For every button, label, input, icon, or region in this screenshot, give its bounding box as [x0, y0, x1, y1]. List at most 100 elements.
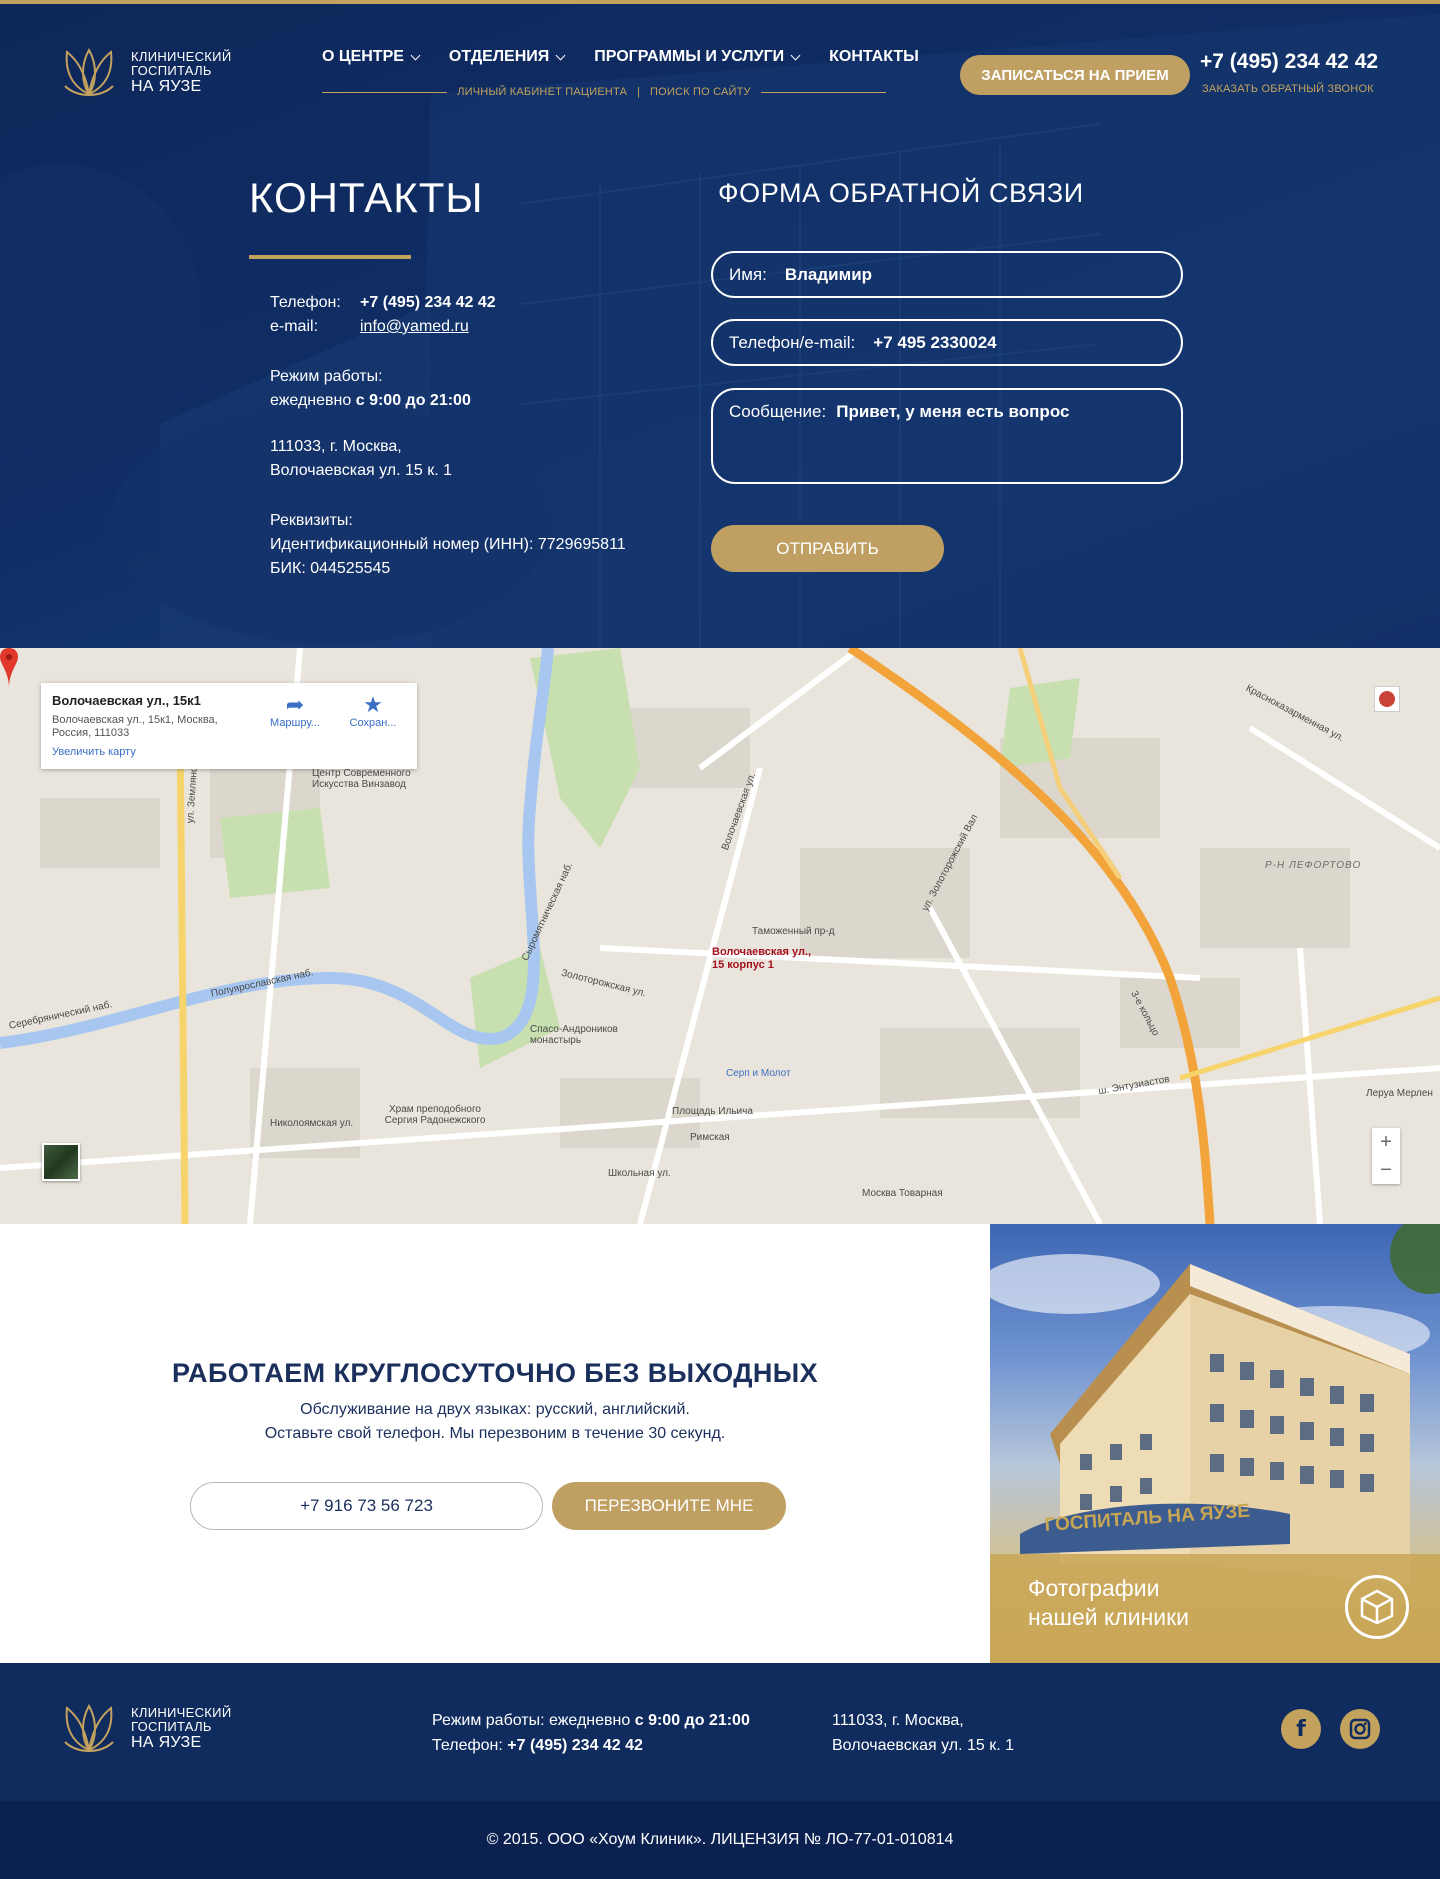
map-enlarge-link[interactable]: Увеличить карту	[52, 746, 136, 758]
map-label-rimskaya: Римская	[690, 1132, 730, 1143]
route-icon: ➦	[285, 692, 305, 717]
footer-hours-phone: Режим работы: ежедневно с 9:00 до 21:00 …	[432, 1708, 750, 1758]
map-label-tamozhenny: Таможенный пр-д	[752, 926, 835, 937]
logo-line2: ГОСПИТАЛЬ	[131, 62, 212, 78]
contact-field-value: +7 495 2330024	[873, 332, 997, 352]
chevron-down-icon	[410, 50, 421, 60]
logo-line3: НА ЯУЗЕ	[131, 77, 202, 95]
contact-field-label: Телефон/e-mail:	[729, 332, 856, 352]
callback-line1: Обслуживание на двух языках: русский, ан…	[300, 1401, 690, 1418]
phone-value[interactable]: +7 (495) 234 42 42	[360, 294, 496, 311]
logo-line1: КЛИНИЧЕСКИЙ	[131, 48, 232, 64]
facebook-icon[interactable]: f	[1281, 1709, 1321, 1749]
logo-line3: НА ЯУЗЕ	[131, 1733, 202, 1751]
logo-lotus-icon	[64, 1703, 114, 1752]
nav-item-label: О ЦЕНТРЕ	[322, 48, 404, 65]
callback-section: РАБОТАЕМ КРУГЛОСУТОЧНО БЕЗ ВЫХОДНЫХ Обсл…	[0, 1224, 990, 1663]
header-phone[interactable]: +7 (495) 234 42 42	[1200, 50, 1378, 74]
chevron-down-icon	[790, 50, 801, 60]
hero-section: КЛИНИЧЕСКИЙ ГОСПИТАЛЬ НА ЯУЗЕ О ЦЕНТРЕ О…	[0, 0, 1440, 648]
address-line2: Волочаевская ул. 15 к. 1	[270, 462, 452, 479]
hours-value: с 9:00 до 21:00	[355, 392, 471, 409]
callback-phone-input[interactable]: +7 916 73 56 723	[190, 1482, 543, 1530]
submit-button[interactable]: ОТПРАВИТЬ	[711, 525, 944, 572]
satellite-toggle[interactable]	[42, 1143, 80, 1181]
map-card-address: Волочаевская ул., 15к1, Москва, Россия, …	[52, 714, 218, 739]
footer-phone-value[interactable]: +7 (495) 234 42 42	[507, 1737, 643, 1754]
contact-hours: Режим работы: ежедневно с 9:00 до 21:00	[270, 365, 471, 413]
map-pin-icon[interactable]	[0, 648, 18, 688]
logo-text: КЛИНИЧЕСКИЙ ГОСПИТАЛЬ НА ЯУЗЕ	[131, 1704, 232, 1751]
save-place-button[interactable]: ★ Сохран...	[341, 692, 405, 730]
zoom-in-button[interactable]: +	[1372, 1128, 1400, 1156]
nav-item-programs[interactable]: ПРОГРАММЫ И УСЛУГИ	[594, 48, 801, 66]
zoom-out-button[interactable]: −	[1372, 1156, 1400, 1184]
cube-icon[interactable]	[1345, 1575, 1409, 1639]
logo-lotus-icon	[64, 47, 114, 96]
logo-line2: ГОСПИТАЛЬ	[131, 1718, 212, 1734]
header-logo[interactable]: КЛИНИЧЕСКИЙ ГОСПИТАЛЬ НА ЯУЗЕ	[59, 42, 231, 102]
callback-title: РАБОТАЕМ КРУГЛОСУТОЧНО БЕЗ ВЫХОДНЫХ	[172, 1358, 818, 1388]
call-me-button[interactable]: ПЕРЕЗВОНИТЕ МНЕ	[552, 1482, 786, 1530]
street-view-pegman-icon[interactable]	[1374, 686, 1400, 712]
appointment-button[interactable]: ЗАПИСАТЬСЯ НА ПРИЕМ	[960, 55, 1190, 95]
footer-address-line1: 111033, г. Москва,	[832, 1712, 964, 1729]
logo-text: КЛИНИЧЕСКИЙ ГОСПИТАЛЬ НА ЯУЗЕ	[131, 48, 232, 95]
requisites-label: Реквизиты:	[270, 512, 353, 529]
nav-item-label: КОНТАКТЫ	[829, 48, 919, 65]
footer-hours-value: с 9:00 до 21:00	[634, 1712, 750, 1729]
location-map[interactable]: ул. Земляной Вал Полуярославская наб. Ни…	[0, 648, 1440, 1224]
phone-label: Телефон:	[270, 294, 341, 311]
map-label-sergiy-temple: Храм преподобного Сергия Радонежского	[384, 1104, 486, 1126]
feedback-form-title: ФОРМА ОБРАТНОЙ СВЯЗИ	[718, 178, 1084, 208]
hours-prefix: ежедневно	[270, 392, 352, 409]
map-label-moskva-tovarnaya: Москва Товарная	[862, 1188, 943, 1199]
copyright: © 2015. ООО «Хоум Клиник». ЛИЦЕНЗИЯ № ЛО…	[0, 1801, 1440, 1879]
map-label-lefortovo: Р-Н ЛЕФОРТОВО	[1265, 860, 1362, 871]
map-label-andronikov: Спасо-Андроников монастырь	[530, 1024, 618, 1046]
map-pin-label: Волочаевская ул., 15 корпус 1	[712, 946, 812, 971]
callback-line2: Оставьте свой телефон. Мы перезвоним в т…	[264, 1425, 726, 1442]
nav-item-departments[interactable]: ОТДЕЛЕНИЯ	[449, 48, 566, 66]
address-line1: 111033, г. Москва,	[270, 438, 402, 455]
footer-phone-prefix: Телефон:	[432, 1737, 503, 1754]
name-field-label: Имя:	[729, 264, 767, 284]
map-label-serp-i-molot: Серп и Молот	[726, 1068, 791, 1079]
message-field-value: Привет, у меня есть вопрос	[836, 402, 1070, 421]
save-label: Сохран...	[349, 717, 397, 729]
contact-field[interactable]: Телефон/e-mail: +7 495 2330024	[711, 319, 1183, 366]
map-label-leroy-merlin: Леруа Мерлен	[1366, 1088, 1433, 1099]
name-field[interactable]: Имя: Владимир	[711, 251, 1183, 298]
title-underline	[249, 255, 411, 259]
contact-requisites: Реквизиты: Идентификационный номер (ИНН)…	[270, 509, 626, 581]
star-icon: ★	[363, 692, 383, 717]
order-callback-link[interactable]: ЗАКАЗАТЬ ОБРАТНЫЙ ЗВОНОК	[1202, 83, 1374, 95]
logo-line1: КЛИНИЧЕСКИЙ	[131, 1704, 232, 1720]
map-label-ploshchad-ilicha: Площадь Ильича	[672, 1106, 753, 1117]
email-link[interactable]: info@yamed.ru	[360, 318, 469, 335]
sub-nav-separator: |	[637, 86, 640, 98]
clinic-photos-tile[interactable]: ГОСПИТАЛЬ НА ЯУЗЕ Фотографии нашей клини…	[990, 1224, 1440, 1663]
site-search-link[interactable]: Поиск по сайту	[650, 86, 751, 98]
route-label: Маршру...	[270, 717, 320, 729]
hours-label: Режим работы:	[270, 368, 383, 385]
footer: КЛИНИЧЕСКИЙ ГОСПИТАЛЬ НА ЯУЗЕ Режим рабо…	[0, 1663, 1440, 1801]
map-label-shkolnaya: Школьная ул.	[608, 1168, 671, 1179]
nav-item-about[interactable]: О ЦЕНТРЕ	[322, 48, 421, 66]
patient-cabinet-link[interactable]: Личный кабинет пациента	[457, 86, 627, 98]
nav-item-label: ПРОГРАММЫ И УСЛУГИ	[594, 48, 785, 65]
main-nav: О ЦЕНТРЕ ОТДЕЛЕНИЯ ПРОГРАММЫ И УСЛУГИ КО…	[322, 48, 919, 66]
sub-nav-divider	[760, 91, 886, 93]
footer-logo[interactable]: КЛИНИЧЕСКИЙ ГОСПИТАЛЬ НА ЯУЗЕ	[59, 1698, 231, 1758]
photos-caption-line1: Фотографии	[1028, 1575, 1160, 1601]
requisites-inn: Идентификационный номер (ИНН): 772969581…	[270, 536, 626, 553]
instagram-icon[interactable]	[1340, 1709, 1380, 1749]
sub-nav: Личный кабинет пациента | Поиск по сайту	[322, 86, 886, 98]
message-field[interactable]: Сообщение: Привет, у меня есть вопрос	[711, 388, 1183, 484]
route-button[interactable]: ➦ Маршру...	[263, 692, 327, 730]
contact-address: 111033, г. Москва, Волочаевская ул. 15 к…	[270, 435, 452, 483]
contact-phone-email: Телефон: +7 (495) 234 42 42 e-mail: info@y…	[270, 291, 496, 339]
email-label: e-mail:	[270, 318, 319, 335]
nav-item-contacts[interactable]: КОНТАКТЫ	[829, 48, 919, 66]
message-field-label: Сообщение:	[729, 402, 827, 421]
